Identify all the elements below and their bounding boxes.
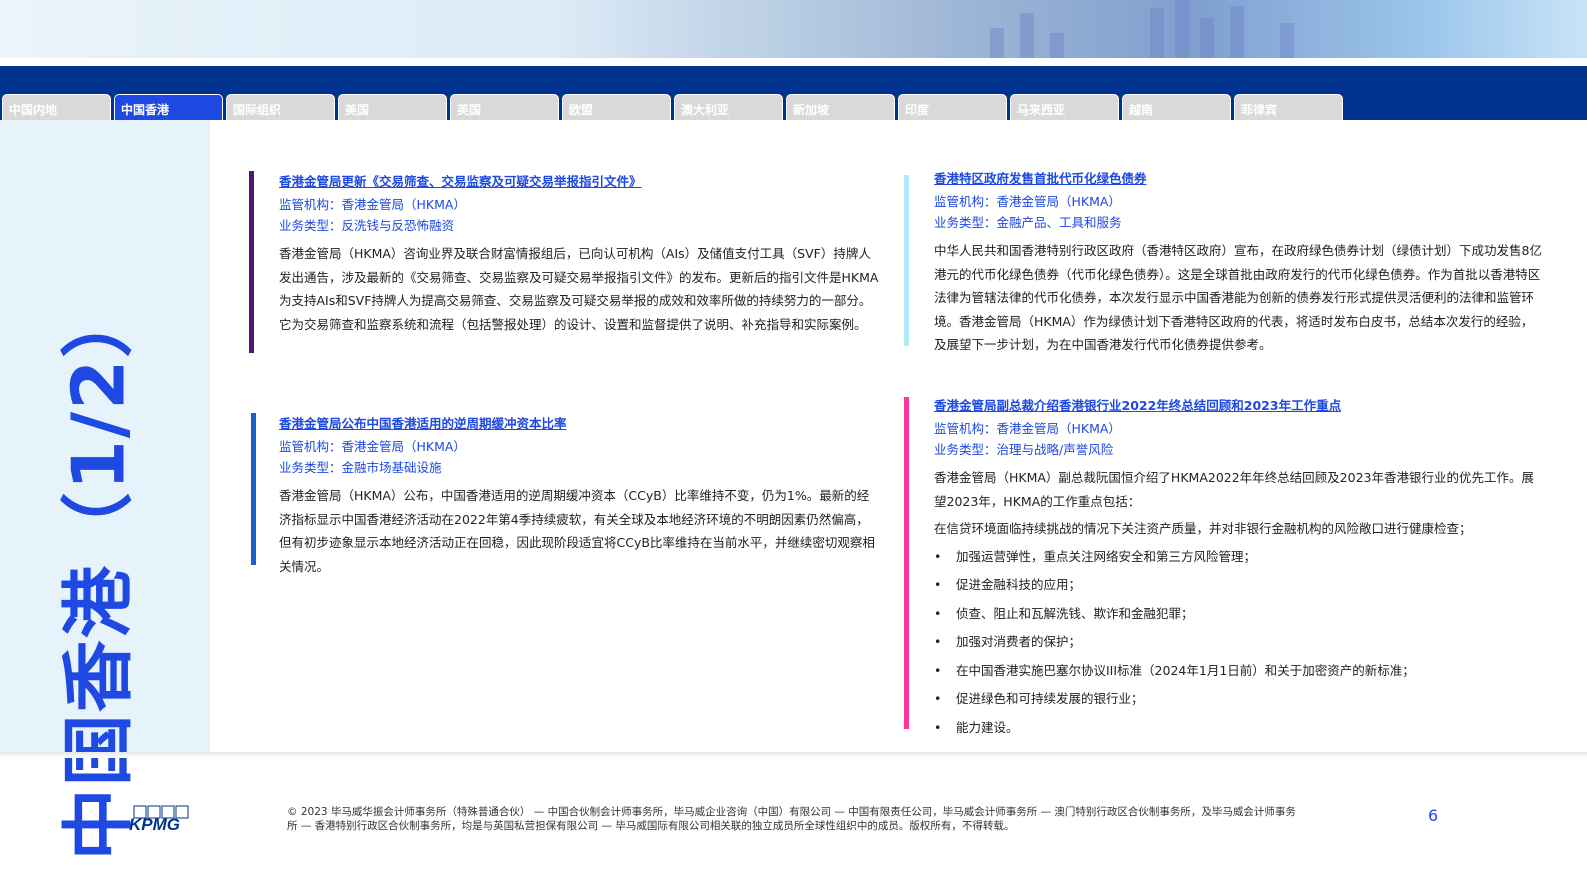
list-item: 能力建设。 <box>934 714 1544 743</box>
list-item: 加强运营弹性，重点关注网络安全和第三方风险管理； <box>934 543 1544 572</box>
regulator: 监管机构：香港金管局（HKMA） <box>934 194 1121 209</box>
kpmg-logo: KPMG <box>129 805 189 831</box>
regulator: 监管机构：香港金管局（HKMA） <box>279 439 466 454</box>
page-number: 6 <box>1428 806 1439 825</box>
tab-3[interactable]: 国际组织 <box>226 94 335 120</box>
article-body: 中华人民共和国香港特别行政区政府（香港特区政府）宣布，在政府绿色债券计划（绿债计… <box>934 243 1542 352</box>
business-type: 业务类型：金融市场基础设施 <box>279 460 442 475</box>
article-title-link[interactable]: 香港特区政府发售首批代币化绿色债券 <box>934 168 1544 187</box>
accent-bar <box>904 175 909 346</box>
article-2: 香港金管局公布中国香港适用的逆周期缓冲资本比率 监管机构：香港金管局（HKMA）… <box>251 413 881 574</box>
business-type: 业务类型：治理与战略/声誉风险 <box>934 442 1114 457</box>
article-body: 香港金管局（HKMA）公布，中国香港适用的逆周期缓冲资本（CCyB）比率维持不变… <box>279 488 875 574</box>
list-item: 在中国香港实施巴塞尔协议III标准（2024年1月1日前）和关于加密资产的新标准… <box>934 657 1544 686</box>
article-3: 香港特区政府发售首批代币化绿色债券 监管机构：香港金管局（HKMA） 业务类型：… <box>904 168 1544 352</box>
tab-5[interactable]: 英国 <box>450 94 559 120</box>
article-title-link[interactable]: 香港金管局公布中国香港适用的逆周期缓冲资本比率 <box>279 413 881 432</box>
tab-8[interactable]: 新加坡 <box>786 94 895 120</box>
tab-6[interactable]: 欧盟 <box>562 94 671 120</box>
priority-list: 加强运营弹性，重点关注网络安全和第三方风险管理；促进金融科技的应用；侦查、阻止和… <box>934 543 1544 743</box>
page-title: 中国香港（1/2） <box>56 283 141 861</box>
article-title-link[interactable]: 香港金管局更新《交易筛查、交易监察及可疑交易举报指引文件》 <box>279 171 879 190</box>
business-type: 业务类型：金融产品、工具和服务 <box>934 215 1122 230</box>
business-type: 业务类型：反洗钱与反恐怖融资 <box>279 218 455 233</box>
list-item: 促进绿色和可持续发展的银行业； <box>934 685 1544 714</box>
region-tabs: 中国内地 中国香港 国际组织 美国 英国 欧盟 澳大利亚 新加坡 印度 马来西亚 越南 菲律宾 <box>2 94 1343 120</box>
article-title-link[interactable]: 香港金管局副总裁介绍香港银行业2022年终总结回顾和2023年工作重点 <box>934 395 1544 414</box>
tab-9[interactable]: 印度 <box>898 94 1007 120</box>
accent-bar <box>249 171 254 353</box>
tab-1[interactable]: 中国内地 <box>2 94 111 120</box>
article-body: 香港金管局（HKMA）咨询业界及联合财富情报组后，已向认可机构（AIs）及储值支… <box>279 246 879 332</box>
tab-10[interactable]: 马来西亚 <box>1010 94 1119 120</box>
accent-bar <box>904 397 909 729</box>
article-1: 香港金管局更新《交易筛查、交易监察及可疑交易举报指引文件》 监管机构：香港金管局… <box>249 171 879 353</box>
list-item: 侦查、阻止和瓦解洗钱、欺诈和金融犯罪； <box>934 600 1544 629</box>
tab-2[interactable]: 中国香港 <box>114 94 223 120</box>
list-item: 促进金融科技的应用； <box>934 571 1544 600</box>
header-banner-image <box>0 0 1587 58</box>
regulator: 监管机构：香港金管局（HKMA） <box>934 421 1121 436</box>
copyright-footer: © 2023 毕马威华振会计师事务所（特殊普通合伙） — 中国合伙制会计师事务所… <box>287 806 1296 832</box>
article-intro: 在信贷环境面临持续挑战的情况下关注资产质量，并对非银行金融机构的风险敞口进行健康… <box>934 521 1472 536</box>
accent-bar <box>251 413 256 565</box>
article-body: 香港金管局（HKMA）副总裁阮国恒介绍了HKMA2022年年终总结回顾及2023… <box>934 470 1534 509</box>
list-item: 加强对消费者的保护； <box>934 628 1544 657</box>
svg-text:KPMG: KPMG <box>129 815 180 831</box>
article-4: 香港金管局副总裁介绍香港银行业2022年终总结回顾和2023年工作重点 监管机构… <box>904 395 1544 742</box>
side-panel: 中国香港（1/2） <box>0 120 210 860</box>
tab-4[interactable]: 美国 <box>338 94 447 120</box>
tab-7[interactable]: 澳大利亚 <box>674 94 783 120</box>
divider <box>0 752 1587 758</box>
tab-12[interactable]: 菲律宾 <box>1234 94 1343 120</box>
regulator: 监管机构：香港金管局（HKMA） <box>279 197 466 212</box>
tab-11[interactable]: 越南 <box>1122 94 1231 120</box>
